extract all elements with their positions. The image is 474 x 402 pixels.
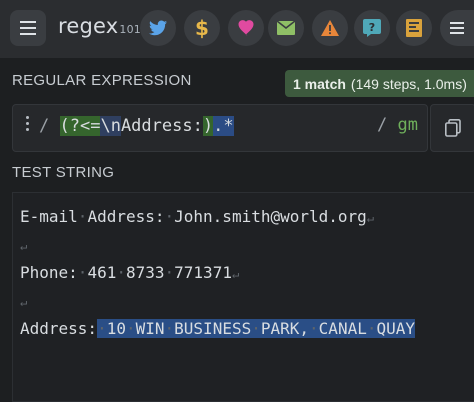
test-line: Phone:·461·8733·771371↵	[20, 263, 239, 282]
regex-input[interactable]: / (?<=\nAddress:).*	[39, 116, 234, 136]
lookbehind-close: )	[202, 116, 214, 136]
copy-button[interactable]	[430, 104, 474, 152]
newline-escape: \n	[100, 116, 121, 136]
line-text: E-mail·Address:·John.smith@world.org	[20, 207, 367, 226]
test-line: ↵	[20, 235, 27, 254]
regex-section-title: REGULAR EXPRESSION	[12, 72, 192, 89]
help-icon: ?	[363, 19, 381, 37]
match-detail: (149 steps, 1.0ms)	[350, 75, 467, 92]
hamburger-icon	[20, 21, 36, 35]
newline-marker: ↵	[20, 295, 28, 309]
twitter-icon	[149, 20, 167, 36]
newline-marker: ↵	[231, 267, 240, 281]
donate-button[interactable]: $	[184, 10, 220, 46]
dot-star: .*	[213, 116, 234, 136]
regex-input-row[interactable]: / (?<=\nAddress:).*	[12, 104, 428, 152]
flags-text: gm	[397, 115, 418, 135]
warning-icon	[321, 20, 339, 36]
brand-logo[interactable]: regex101	[58, 14, 141, 38]
test-string-editor[interactable]: E-mail·Address:·John.smith@world.org↵ ↵ …	[12, 192, 474, 402]
line-text: Phone:·461·8733·771371	[20, 263, 232, 282]
test-line: Address:·10·WIN·BUSINESS·PARK,·CANAL·QUA…	[20, 319, 416, 338]
dollar-icon: $	[195, 16, 209, 40]
match-info-badge: 1 match (149 steps, 1.0ms)	[285, 70, 474, 97]
twitter-button[interactable]	[140, 10, 176, 46]
brand-main: regex	[58, 14, 119, 38]
copy-icon	[445, 119, 461, 137]
line-text: Address:	[20, 319, 98, 338]
test-section-title: TEST STRING	[12, 164, 115, 181]
library-button[interactable]	[396, 10, 432, 46]
more-button[interactable]	[440, 10, 474, 46]
heart-icon	[238, 20, 254, 36]
hamburger-icon	[450, 22, 464, 34]
close-delimiter: /	[377, 115, 388, 135]
menu-button[interactable]	[10, 10, 46, 46]
match-count: 1 match	[293, 75, 346, 92]
svg-text:?: ?	[369, 21, 375, 34]
top-bar: regex101 $ ?	[0, 0, 474, 58]
match-highlight: ·10·WIN·BUSINESS·PARK,·CANAL·QUAY	[97, 319, 416, 338]
open-delimiter: /	[39, 116, 50, 136]
pattern-literal: Address:	[120, 116, 203, 136]
test-line: E-mail·Address:·John.smith@world.org↵	[20, 207, 374, 226]
regex-options-icon[interactable]	[26, 116, 30, 134]
sponsor-button[interactable]	[228, 10, 264, 46]
brand-sub: 101	[119, 23, 142, 36]
book-icon	[406, 19, 422, 37]
regex-flags[interactable]: / gm	[377, 115, 418, 135]
newline-marker: ↵	[366, 211, 375, 225]
contact-button[interactable]	[268, 10, 304, 46]
lookbehind-open: (?<=	[59, 116, 101, 136]
help-button[interactable]: ?	[354, 10, 390, 46]
newline-marker: ↵	[20, 239, 28, 253]
mail-icon	[277, 21, 295, 35]
bug-report-button[interactable]	[312, 10, 348, 46]
test-line: ↵	[20, 291, 27, 310]
